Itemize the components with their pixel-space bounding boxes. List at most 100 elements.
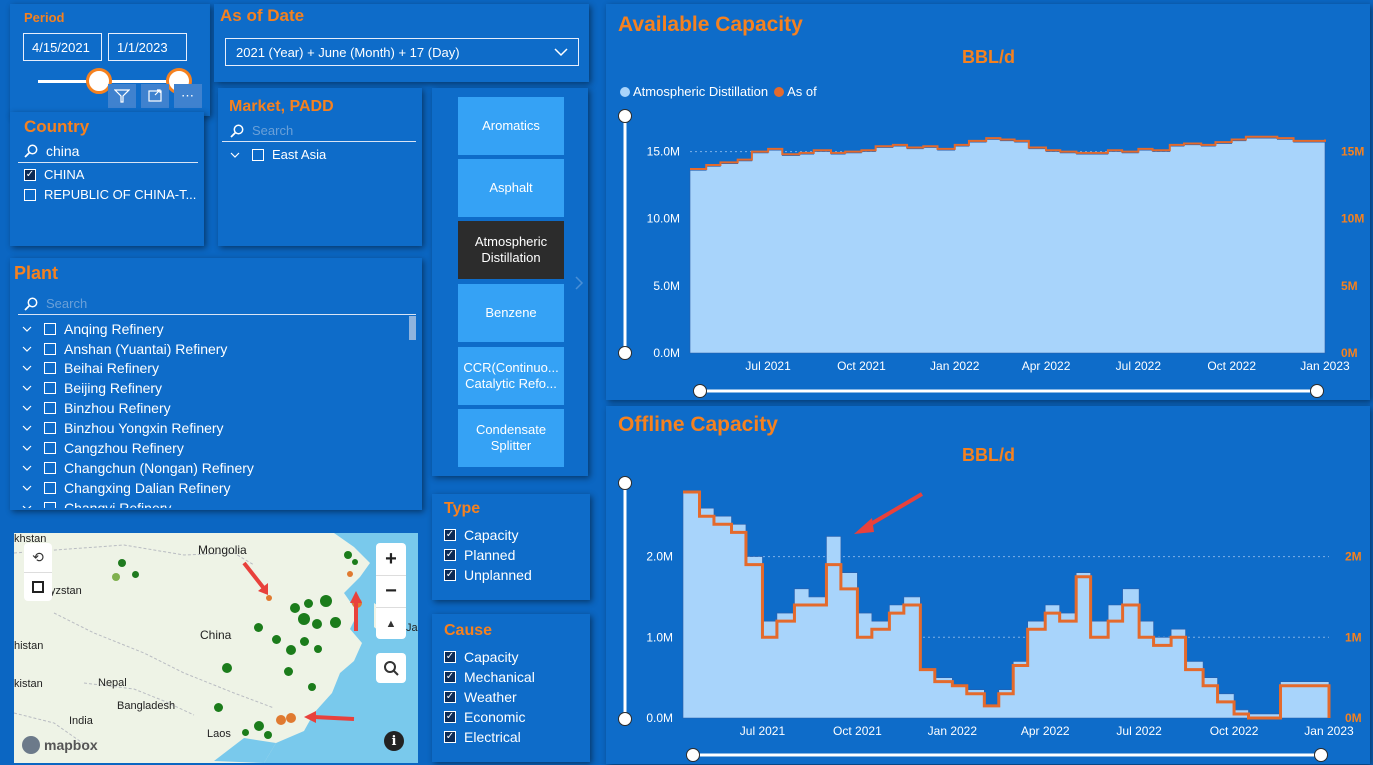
annotation-arrow-head xyxy=(854,518,874,534)
y-tick-label: 15.0M xyxy=(647,145,680,159)
unit-tile-asphalt[interactable]: Asphalt xyxy=(458,159,564,217)
area-series-atmospheric-distillation[interactable] xyxy=(689,137,1326,354)
y-range-slider-handle[interactable] xyxy=(618,476,632,490)
country-item-china[interactable]: ✓ CHINA xyxy=(24,167,84,182)
chevron-down-icon[interactable] xyxy=(22,443,32,453)
zoom-in-icon[interactable]: + xyxy=(376,543,406,575)
checkbox-icon[interactable] xyxy=(44,323,56,335)
checkbox-checked-icon[interactable]: ✓ xyxy=(444,549,456,561)
checkbox-checked-icon[interactable]: ✓ xyxy=(444,529,456,541)
x-range-slider-handle[interactable] xyxy=(1314,748,1328,762)
more-options-icon[interactable]: ⋯ xyxy=(174,84,202,108)
focus-mode-icon[interactable] xyxy=(141,84,169,108)
checkbox-checked-icon[interactable]: ✓ xyxy=(444,569,456,581)
country-item-roc[interactable]: REPUBLIC OF CHINA-T... xyxy=(24,187,196,202)
period-start-input[interactable]: 4/15/2021 xyxy=(23,33,102,61)
unit-tile-benzene[interactable]: Benzene xyxy=(458,284,564,342)
type-title: Type xyxy=(444,500,481,517)
plant-item[interactable]: Beijing Refinery xyxy=(22,380,162,396)
unit-tile-atmospheric-distillation[interactable]: Atmospheric Distillation xyxy=(458,221,564,279)
plant-item[interactable]: Changchun (Nongan) Refinery xyxy=(22,460,254,476)
x-tick-label: Jul 2021 xyxy=(745,359,791,373)
x-tick-label: Jul 2022 xyxy=(1116,724,1162,738)
plant-item[interactable]: Binzhou Yongxin Refinery xyxy=(22,420,224,436)
plant-item[interactable]: Changxing Dalian Refinery xyxy=(22,480,231,496)
x-range-slider-handle[interactable] xyxy=(1310,384,1324,398)
map-reset-icon[interactable]: ⟲ xyxy=(24,543,52,572)
type-item-capacity[interactable]: ✓ Capacity xyxy=(444,527,518,543)
chevron-right-icon[interactable] xyxy=(574,276,584,290)
checkbox-icon[interactable] xyxy=(44,502,56,508)
country-search[interactable]: china xyxy=(24,143,194,159)
checkbox-icon[interactable] xyxy=(24,188,36,201)
compass-icon[interactable]: ▲ xyxy=(376,607,406,639)
chevron-down-icon[interactable] xyxy=(22,483,32,493)
chevron-down-icon[interactable] xyxy=(230,150,240,160)
unit-tile-ccr[interactable]: CCR(Continuo... Catalytic Refo... xyxy=(458,347,564,405)
map-search-zoom-icon[interactable] xyxy=(376,653,406,683)
filter-icon[interactable] xyxy=(108,84,136,108)
cause-item-electrical[interactable]: ✓ Electrical xyxy=(444,729,521,745)
market-search[interactable]: Search xyxy=(230,123,416,138)
cause-item-weather[interactable]: ✓ Weather xyxy=(444,689,517,705)
type-item-planned[interactable]: ✓ Planned xyxy=(444,547,515,563)
checkbox-icon[interactable] xyxy=(44,362,56,374)
plant-list-scrollbar[interactable] xyxy=(409,316,416,340)
info-icon[interactable]: i xyxy=(384,731,404,751)
y-range-slider-handle[interactable] xyxy=(618,712,632,726)
checkbox-icon[interactable] xyxy=(44,442,56,454)
checkbox-icon[interactable] xyxy=(44,382,56,394)
checkbox-icon[interactable] xyxy=(44,462,56,474)
plant-item[interactable]: Changyi Refinery xyxy=(22,500,171,508)
unit-tile-aromatics[interactable]: Aromatics xyxy=(458,97,564,155)
checkbox-icon[interactable] xyxy=(44,343,56,355)
chevron-down-icon[interactable] xyxy=(22,403,32,413)
checkbox-icon[interactable] xyxy=(252,148,264,161)
country-search-value: china xyxy=(46,143,80,159)
y-tick-label: 0.0M xyxy=(646,711,673,725)
plant-item[interactable]: Binzhou Refinery xyxy=(22,400,171,416)
legend-dot-atmospheric xyxy=(620,86,630,97)
type-item-unplanned[interactable]: ✓ Unplanned xyxy=(444,567,532,583)
checkbox-checked-icon[interactable]: ✓ xyxy=(444,691,456,703)
checkbox-checked-icon[interactable]: ✓ xyxy=(444,651,456,663)
chevron-down-icon[interactable] xyxy=(22,503,32,508)
lasso-select-icon[interactable] xyxy=(24,572,52,601)
plant-item[interactable]: Anqing Refinery xyxy=(22,321,164,337)
x-range-slider-handle[interactable] xyxy=(693,384,707,398)
refinery-map[interactable]: khstan Mongolia yzstan China histan Nepa… xyxy=(14,533,418,763)
cause-item-capacity[interactable]: ✓ Capacity xyxy=(444,649,518,665)
y-range-slider-handle[interactable] xyxy=(618,346,632,360)
chevron-down-icon[interactable] xyxy=(22,463,32,473)
checkbox-icon[interactable] xyxy=(44,482,56,494)
unit-tile-condensate-splitter[interactable]: Condensate Splitter xyxy=(458,409,564,467)
checkbox-icon[interactable] xyxy=(44,402,56,414)
plant-list: Anqing Refinery Anshan (Yuantai) Refiner… xyxy=(10,318,410,508)
plant-item[interactable]: Cangzhou Refinery xyxy=(22,440,184,456)
y-tick-label: 2.0M xyxy=(646,550,673,564)
plant-search[interactable]: Search xyxy=(24,296,414,311)
market-item-east-asia[interactable]: East Asia xyxy=(230,147,326,162)
y-range-slider-handle[interactable] xyxy=(618,109,632,123)
checkbox-checked-icon[interactable]: ✓ xyxy=(24,168,36,181)
chevron-down-icon[interactable] xyxy=(22,324,32,334)
checkbox-checked-icon[interactable]: ✓ xyxy=(444,711,456,723)
period-end-input[interactable]: 1/1/2023 xyxy=(108,33,187,61)
zoom-out-icon[interactable]: − xyxy=(376,575,406,607)
cause-item-economic[interactable]: ✓ Economic xyxy=(444,709,525,725)
chevron-down-icon[interactable] xyxy=(22,383,32,393)
available-capacity-chart[interactable]: 0.0M 0M 5.0M 5M 10.0M 10M 15.0M 15M Jul 2021 Oct … xyxy=(610,100,1370,400)
as-of-date-dropdown[interactable]: 2021 (Year) + June (Month) + 17 (Day) xyxy=(225,38,579,66)
checkbox-checked-icon[interactable]: ✓ xyxy=(444,731,456,743)
area-series-atmospheric-distillation[interactable] xyxy=(682,491,1330,719)
offline-capacity-chart[interactable]: 0.0M 0M 1.0M 1M 2.0M 2M Jul 2021 Oct 2021 Jan 20… xyxy=(610,470,1370,765)
chevron-down-icon[interactable] xyxy=(22,423,32,433)
checkbox-icon[interactable] xyxy=(44,422,56,434)
checkbox-checked-icon[interactable]: ✓ xyxy=(444,671,456,683)
plant-item[interactable]: Beihai Refinery xyxy=(22,360,159,376)
plant-item[interactable]: Anshan (Yuantai) Refinery xyxy=(22,341,227,357)
x-range-slider-handle[interactable] xyxy=(686,748,700,762)
chevron-down-icon[interactable] xyxy=(22,363,32,373)
cause-item-mechanical[interactable]: ✓ Mechanical xyxy=(444,669,535,685)
chevron-down-icon[interactable] xyxy=(22,344,32,354)
